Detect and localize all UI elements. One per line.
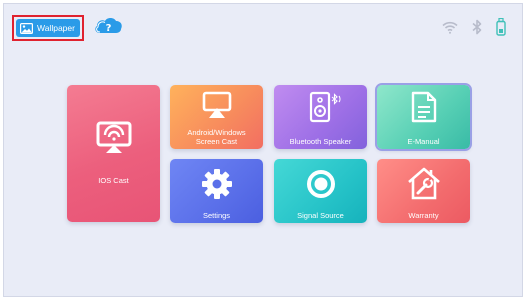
- tile-label: Android/Windows Screen Cast: [187, 128, 246, 146]
- tile-android-windows-screen-cast[interactable]: Android/Windows Screen Cast: [170, 85, 263, 149]
- status-bar: [442, 17, 506, 41]
- tile-label: IOS Cast: [98, 176, 129, 185]
- tile-label: Signal Source: [297, 211, 344, 220]
- wallpaper-button[interactable]: Wallpaper: [16, 19, 80, 37]
- svg-text:?: ?: [106, 23, 112, 34]
- document-icon: [410, 91, 438, 125]
- help-button[interactable]: ?: [92, 17, 124, 39]
- tile-signal-source[interactable]: Signal Source: [274, 159, 367, 223]
- tile-warranty[interactable]: Warranty: [377, 159, 470, 223]
- wifi-icon: [442, 21, 458, 39]
- usb-drive-icon: [496, 17, 506, 41]
- gear-icon: [201, 168, 233, 202]
- wallpaper-label: Wallpaper: [37, 23, 75, 33]
- tile-label: E-Manual: [407, 137, 440, 146]
- signal-ring-icon: [306, 169, 336, 201]
- wallpaper-focus-frame: Wallpaper: [12, 15, 84, 41]
- cloud-question-icon: ?: [92, 16, 124, 41]
- tile-bluetooth-speaker[interactable]: Bluetooth Speaker: [274, 85, 367, 149]
- tile-label: Settings: [202, 211, 231, 220]
- top-left-bar: Wallpaper ?: [12, 15, 124, 41]
- speaker-bluetooth-icon: [306, 91, 344, 125]
- bluetooth-icon: [472, 19, 482, 40]
- tile-label: Warranty: [408, 211, 439, 220]
- image-icon: [20, 22, 33, 34]
- tile-label: Bluetooth Speaker: [289, 137, 352, 146]
- tile-settings[interactable]: Settings: [170, 159, 263, 223]
- airplay-icon: [202, 91, 232, 121]
- tile-e-manual[interactable]: E-Manual: [375, 83, 472, 151]
- tile-ios-cast[interactable]: IOS Cast: [67, 85, 160, 222]
- screen-cast-icon: [96, 121, 132, 157]
- house-wrench-icon: [404, 165, 444, 203]
- launcher-screen: Wallpaper ? IOS Cast Android/Windows Scr…: [3, 3, 523, 297]
